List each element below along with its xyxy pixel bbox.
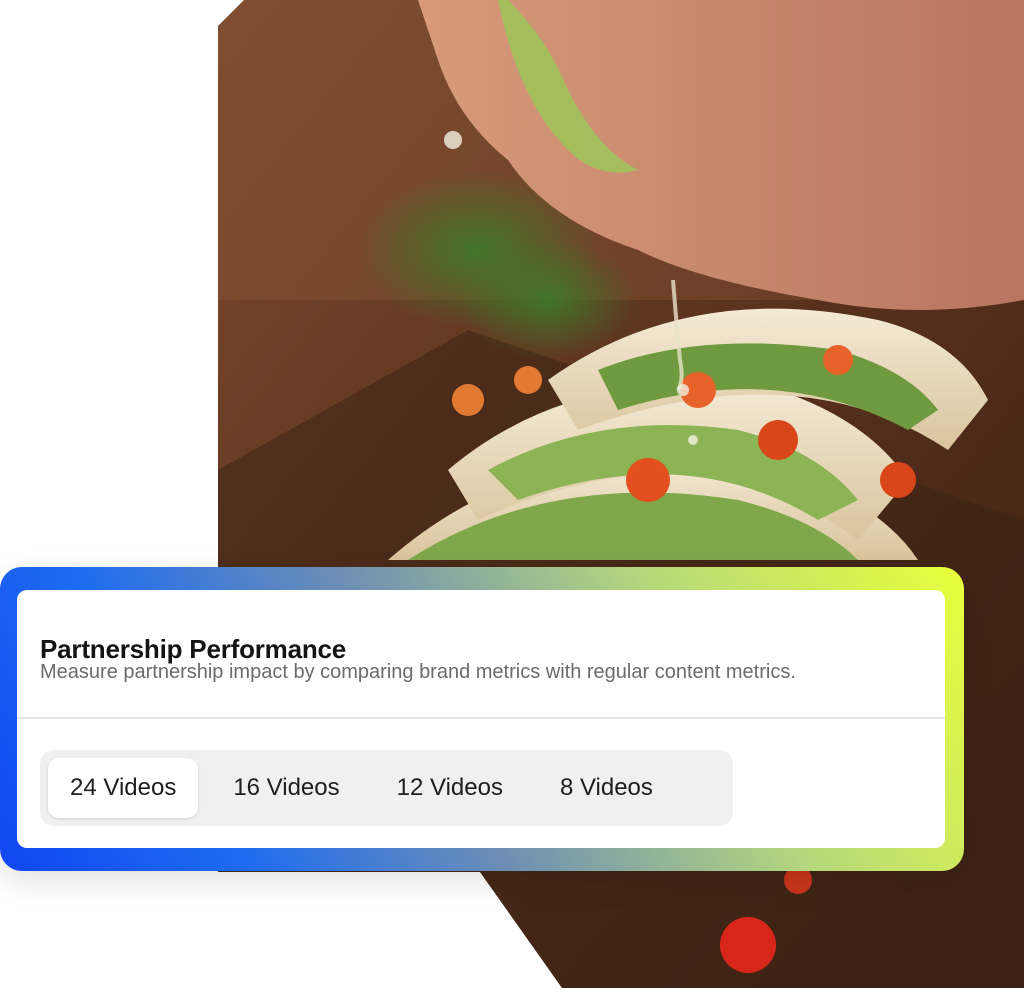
segment-8-videos[interactable]: 8 Videos [538,758,675,818]
video-count-segmented-control: 24 Videos 16 Videos 12 Videos 8 Videos [40,750,733,826]
partnership-performance-card: Partnership Performance Measure partners… [17,590,945,848]
divider [17,717,945,719]
segment-12-videos[interactable]: 12 Videos [375,758,525,818]
card-subtitle: Measure partnership impact by comparing … [40,661,796,683]
segment-24-videos[interactable]: 24 Videos [48,758,199,818]
card-gradient-frame: Partnership Performance Measure partners… [0,567,964,871]
segment-16-videos[interactable]: 16 Videos [211,758,361,818]
